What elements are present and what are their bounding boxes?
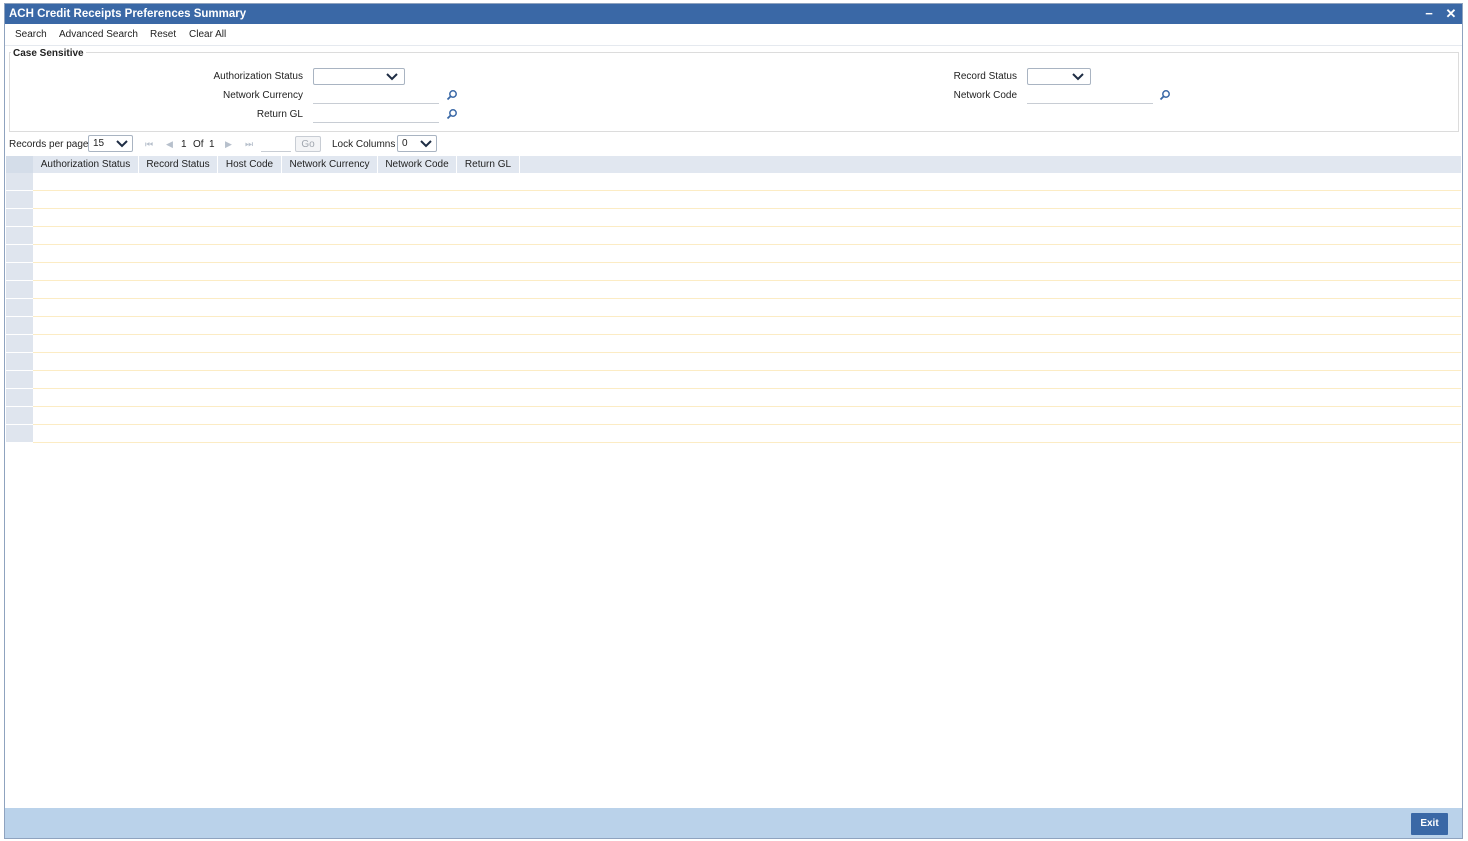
reset-button[interactable]: Reset — [150, 24, 176, 45]
return-gl-input[interactable] — [313, 106, 439, 123]
last-page-icon[interactable]: ⏭ — [245, 139, 253, 150]
table-row[interactable] — [6, 335, 1461, 353]
chevron-down-icon — [386, 73, 398, 81]
chevron-down-icon — [1072, 73, 1084, 81]
table-row[interactable] — [6, 353, 1461, 371]
record-status-select[interactable] — [1027, 68, 1091, 85]
current-page: 1 — [181, 139, 187, 150]
search-button[interactable]: Search — [15, 24, 47, 45]
record-status-label: Record Status — [953, 71, 1017, 82]
results-grid-header: Authorization Status Record Status Host … — [6, 156, 1461, 173]
records-per-page-value: 15 — [93, 138, 105, 149]
column-header-record-status[interactable]: Record Status — [139, 156, 218, 173]
column-header-authorization-status[interactable]: Authorization Status — [33, 156, 139, 173]
total-pages: 1 — [209, 139, 215, 150]
table-row[interactable] — [6, 209, 1461, 227]
footer-bar: Exit — [5, 808, 1462, 838]
results-grid-body — [6, 173, 1461, 443]
return-gl-lookup-icon[interactable] — [446, 108, 458, 120]
chevron-down-icon — [116, 140, 128, 148]
case-sensitive-legend: Case Sensitive — [11, 48, 86, 59]
of-label: Of — [193, 139, 204, 150]
exit-button[interactable]: Exit — [1411, 813, 1448, 835]
authorization-status-label: Authorization Status — [213, 71, 304, 82]
table-row[interactable] — [6, 173, 1461, 191]
lock-columns-value: 0 — [402, 138, 408, 149]
go-button[interactable]: Go — [295, 136, 321, 152]
table-row[interactable] — [6, 263, 1461, 281]
column-header-host-code[interactable]: Host Code — [218, 156, 282, 173]
network-currency-lookup-icon[interactable] — [446, 89, 458, 101]
column-header-network-code[interactable]: Network Code — [378, 156, 457, 173]
network-currency-label: Network Currency — [222, 90, 303, 101]
title-bar: ACH Credit Receipts Preferences Summary … — [5, 4, 1462, 24]
row-selector-cell[interactable] — [6, 317, 33, 335]
network-code-input[interactable] — [1027, 87, 1153, 104]
row-selector-cell[interactable] — [6, 353, 33, 371]
prev-page-icon[interactable]: ◀ — [166, 139, 173, 150]
table-row[interactable] — [6, 227, 1461, 245]
row-selector-cell[interactable] — [6, 281, 33, 299]
return-gl-label: Return GL — [256, 109, 303, 120]
close-icon[interactable]: ✕ — [1444, 4, 1458, 24]
table-row[interactable] — [6, 425, 1461, 443]
authorization-status-select[interactable] — [313, 68, 405, 85]
row-selector-cell[interactable] — [6, 209, 33, 227]
pagination-bar: Records per page 15 ⏮ ◀ 1 Of 1 ▶ ⏭ Go Lo… — [5, 135, 1462, 155]
row-selector-cell[interactable] — [6, 245, 33, 263]
column-header-return-gl[interactable]: Return GL — [457, 156, 520, 173]
row-selector-cell[interactable] — [6, 425, 33, 443]
lock-columns-select[interactable]: 0 — [397, 135, 437, 152]
select-all-cell[interactable] — [6, 156, 33, 173]
table-row[interactable] — [6, 191, 1461, 209]
row-selector-cell[interactable] — [6, 335, 33, 353]
row-selector-cell[interactable] — [6, 173, 33, 191]
table-row[interactable] — [6, 407, 1461, 425]
table-row[interactable] — [6, 299, 1461, 317]
row-selector-cell[interactable] — [6, 263, 33, 281]
table-row[interactable] — [6, 371, 1461, 389]
window-title: ACH Credit Receipts Preferences Summary — [9, 8, 247, 20]
lock-columns-label: Lock Columns — [332, 139, 396, 150]
advanced-search-button[interactable]: Advanced Search — [59, 24, 138, 45]
table-row[interactable] — [6, 281, 1461, 299]
goto-page-input[interactable] — [261, 136, 291, 152]
row-selector-cell[interactable] — [6, 407, 33, 425]
records-per-page-label: Records per page — [9, 139, 89, 150]
first-page-icon[interactable]: ⏮ — [145, 139, 153, 150]
summary-window: ACH Credit Receipts Preferences Summary … — [4, 3, 1463, 839]
minimize-icon[interactable]: − — [1422, 4, 1436, 24]
row-selector-cell[interactable] — [6, 371, 33, 389]
records-per-page-select[interactable]: 15 — [88, 135, 133, 152]
network-code-label: Network Code — [953, 90, 1017, 101]
chevron-down-icon — [420, 140, 432, 148]
table-row[interactable] — [6, 389, 1461, 407]
next-page-icon[interactable]: ▶ — [225, 139, 232, 150]
table-row[interactable] — [6, 317, 1461, 335]
row-selector-cell[interactable] — [6, 191, 33, 209]
row-selector-cell[interactable] — [6, 299, 33, 317]
toolbar: Search Advanced Search Reset Clear All — [5, 24, 1462, 46]
row-selector-cell[interactable] — [6, 227, 33, 245]
clear-all-button[interactable]: Clear All — [189, 24, 226, 45]
row-selector-cell[interactable] — [6, 389, 33, 407]
table-row[interactable] — [6, 245, 1461, 263]
network-currency-input[interactable] — [313, 87, 439, 104]
column-header-network-currency[interactable]: Network Currency — [282, 156, 378, 173]
network-code-lookup-icon[interactable] — [1159, 89, 1171, 101]
